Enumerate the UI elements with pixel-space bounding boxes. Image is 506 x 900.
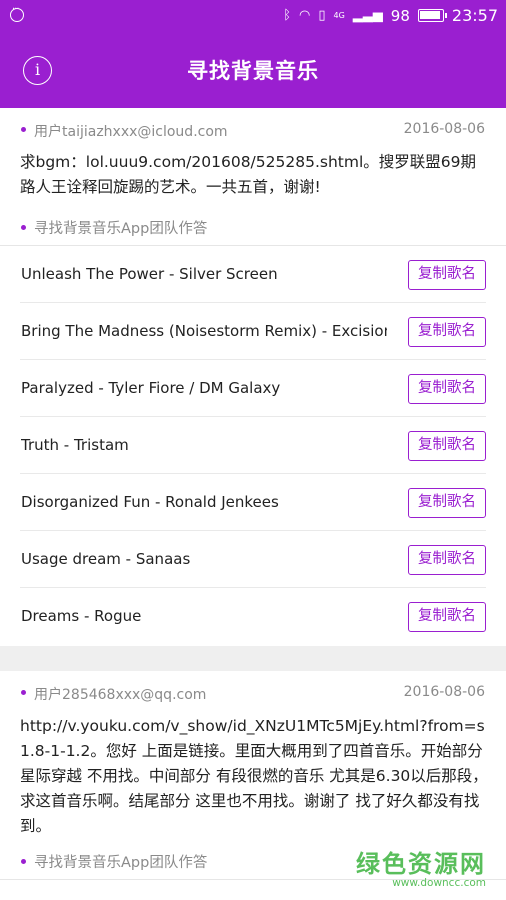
sim-icon: ▯ [318,8,326,23]
clock: 23:57 [451,6,498,25]
post-user: 用户taijiazhxxx@icloud.com [34,124,228,140]
song-row: Dreams - Rogue 复制歌名 [0,588,506,645]
song-name: Truth - Tristam [21,436,129,454]
app-bar: ᛒ ◠ ▯ 4G ▂▃▅ 98 23:57 i 寻找背景音乐 [0,0,506,108]
song-name: Paralyzed - Tyler Fiore / DM Galaxy [21,379,281,397]
song-name: Disorganized Fun - Ronald Jenkees [21,493,279,511]
notification-icon [10,4,24,22]
copy-song-button[interactable]: 复制歌名 [408,488,486,518]
song-name: Bring The Madness (Noisestorm Remix) - E… [21,322,387,340]
song-name: Usage dream - Sanaas [21,550,191,568]
post-date: 2016-08-06 [403,684,485,700]
section-separator [0,646,506,671]
bullet-icon [21,225,26,230]
copy-song-button[interactable]: 复制歌名 [408,431,486,461]
page-title: 寻找背景音乐 [187,59,319,83]
watermark: 绿色资源网 www.downcc.com [356,844,486,889]
post-user: 用户285468xxx@qq.com [34,687,207,703]
song-row: Paralyzed - Tyler Fiore / DM Galaxy 复制歌名 [0,360,506,417]
copy-song-button[interactable]: 复制歌名 [408,317,486,347]
copy-song-button[interactable]: 复制歌名 [408,602,486,632]
post-meta: 用户taijiazhxxx@icloud.com 2016-08-06 [0,118,506,146]
song-name: Dreams - Rogue [21,607,142,625]
copy-song-button[interactable]: 复制歌名 [408,374,486,404]
song-row: Truth - Tristam 复制歌名 [0,417,506,474]
post-date: 2016-08-06 [403,121,485,137]
song-name: Unleash The Power - Silver Screen [21,265,278,283]
copy-song-button[interactable]: 复制歌名 [408,545,486,575]
post-question: http://v.youku.com/v_show/id_XNzU1MTc5Mj… [20,717,488,835]
bullet-icon [21,127,26,132]
signal-icon: ▂▃▅ [352,8,383,23]
copy-song-button[interactable]: 复制歌名 [408,260,486,290]
watermark-url: www.downcc.com [392,877,486,889]
bluetooth-icon: ᛒ [283,8,291,23]
answer-header: 寻找背景音乐App团队作答 [34,221,208,237]
bullet-icon [21,690,26,695]
status-bar: ᛒ ◠ ▯ 4G ▂▃▅ 98 23:57 [0,0,506,32]
post-meta: 用户285468xxx@qq.com 2016-08-06 [0,681,506,709]
battery-icon [417,9,447,22]
battery-level: 98 [390,6,410,25]
post-question: 求bgm：lol.uuu9.com/201608/525285.shtml。搜罗… [20,153,476,196]
bullet-icon [21,859,26,864]
answer-header: 寻找背景音乐App团队作答 [34,855,208,871]
song-row: Unleash The Power - Silver Screen 复制歌名 [0,246,506,303]
network-type: 4G [333,11,345,20]
post-card: 用户taijiazhxxx@icloud.com 2016-08-06 求bgm… [0,108,506,646]
song-row: Disorganized Fun - Ronald Jenkees 复制歌名 [0,474,506,531]
wifi-icon: ◠ [299,8,311,23]
song-row: Usage dream - Sanaas 复制歌名 [0,531,506,588]
song-row: Bring The Madness (Noisestorm Remix) - E… [0,303,506,360]
watermark-logo: 绿色资源网 [356,850,486,878]
